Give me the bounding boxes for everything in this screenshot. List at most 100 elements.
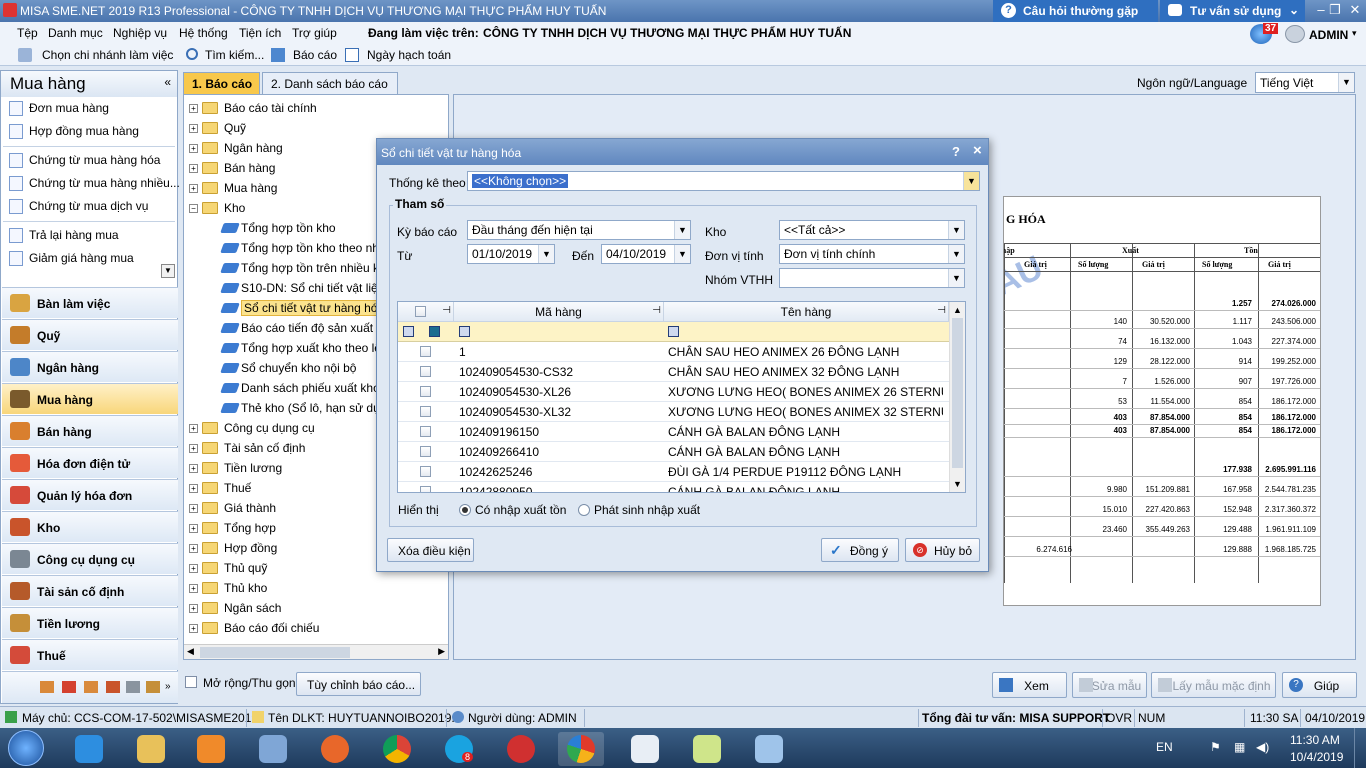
taskbar-misa[interactable] bbox=[558, 732, 604, 766]
row-checkbox[interactable] bbox=[420, 446, 431, 457]
row-checkbox[interactable] bbox=[420, 486, 431, 492]
shortcut-icon[interactable] bbox=[106, 681, 120, 693]
tree-expand-icon[interactable]: + bbox=[189, 104, 198, 113]
tree-folder[interactable]: Tiền lương bbox=[224, 461, 282, 475]
shortcut-icon[interactable] bbox=[62, 681, 76, 693]
tree-report-item[interactable]: Tổng hợp xuất kho theo lệnh bbox=[241, 341, 394, 355]
sidebar-link-return[interactable]: Trả lại hàng mua bbox=[29, 228, 119, 242]
grid-header-name[interactable]: Tên hàng ⊣ bbox=[664, 302, 949, 322]
faq-button[interactable]: ? Câu hỏi thường gặp bbox=[993, 0, 1158, 22]
filter-icon[interactable] bbox=[668, 326, 679, 337]
period-select[interactable]: Đầu tháng đến hiện tại ▼ bbox=[467, 220, 691, 240]
sidebar-link-discount[interactable]: Giảm giá hàng mua bbox=[29, 251, 134, 265]
pin-icon[interactable]: ⊣ bbox=[937, 305, 946, 316]
taskbar-chrome[interactable] bbox=[374, 732, 420, 766]
filter-icon[interactable] bbox=[459, 326, 470, 337]
customize-report-button[interactable]: Tùy chỉnh báo cáo... bbox=[296, 672, 421, 696]
shortcut-icon[interactable] bbox=[84, 681, 98, 693]
tree-folder[interactable]: Ngân hàng bbox=[224, 141, 283, 155]
sidebar-link-service-voucher[interactable]: Chứng từ mua dịch vụ bbox=[29, 199, 148, 213]
clear-conditions-button[interactable]: Xóa điều kiện bbox=[387, 538, 474, 562]
taskbar-skype[interactable]: 8 bbox=[436, 732, 482, 766]
tree-report-item[interactable]: Báo cáo tiến độ sản xuất bbox=[241, 321, 373, 335]
input-language[interactable]: EN bbox=[1156, 740, 1173, 754]
taskbar-firefox[interactable] bbox=[312, 732, 358, 766]
menu-operations[interactable]: Nghiệp vụ bbox=[113, 26, 167, 40]
tree-expand-icon[interactable]: + bbox=[189, 424, 198, 433]
taskbar-paint[interactable] bbox=[746, 732, 792, 766]
view-button[interactable]: Xem bbox=[992, 672, 1067, 698]
menu-system[interactable]: Hệ thống bbox=[179, 26, 228, 40]
volume-icon[interactable]: ◀) bbox=[1256, 740, 1269, 754]
cancel-button[interactable]: ⊘ Hủy bỏ bbox=[905, 538, 980, 562]
from-date-input[interactable]: 01/10/2019 ▼ bbox=[467, 244, 555, 264]
tree-expand-icon[interactable]: + bbox=[189, 584, 198, 593]
tree-folder[interactable]: Thuế bbox=[224, 481, 251, 495]
table-row[interactable]: 1 CHÂN SAU HEO ANIMEX 26 ĐÔNG LẠNH bbox=[398, 342, 949, 362]
network-icon[interactable]: ▦ bbox=[1234, 740, 1245, 754]
tree-report-item[interactable]: Thẻ kho (Sổ lô, hạn sử dụng bbox=[241, 401, 393, 415]
tree-expand-icon[interactable]: − bbox=[189, 204, 198, 213]
start-button[interactable] bbox=[8, 730, 44, 766]
flag-icon[interactable]: ⚑ bbox=[1210, 740, 1221, 754]
tree-expand-icon[interactable]: + bbox=[189, 144, 198, 153]
tab-report-list[interactable]: 2. Danh sách báo cáo bbox=[262, 72, 398, 94]
stat-by-select[interactable]: <<Không chọn>> ▼ bbox=[467, 171, 980, 191]
default-template-button[interactable]: Lấy mẫu mặc định bbox=[1151, 672, 1276, 698]
tree-expand-icon[interactable]: + bbox=[189, 464, 198, 473]
posting-date-button[interactable]: Ngày hạch toán bbox=[367, 48, 451, 62]
tree-folder[interactable]: Tài sản cố định bbox=[224, 441, 305, 455]
clock-time[interactable]: 11:30 AM bbox=[1290, 733, 1340, 747]
tree-report-item[interactable]: S10-DN: Sổ chi tiết vật liệu, bbox=[241, 281, 388, 295]
tab-report[interactable]: 1. Báo cáo bbox=[183, 72, 260, 94]
tree-folder[interactable]: Hợp đồng bbox=[224, 541, 277, 555]
tree-folder[interactable]: Quỹ bbox=[224, 121, 246, 135]
module-warehouse[interactable]: Kho bbox=[2, 511, 178, 542]
tree-report-item[interactable]: Tổng hợp tồn kho bbox=[241, 221, 336, 235]
tree-horizontal-scrollbar[interactable]: ◀ ▶ bbox=[184, 644, 448, 659]
filter-icon[interactable] bbox=[429, 326, 440, 337]
table-row[interactable]: 102409054530-CS32 CHÂN SAU HEO ANIMEX 32… bbox=[398, 362, 949, 382]
collapse-icon[interactable]: « bbox=[164, 75, 171, 89]
warehouse-select[interactable]: <<Tất cả>> ▼ bbox=[779, 220, 965, 240]
module-fixed-assets[interactable]: Tài sản cố định bbox=[2, 575, 178, 606]
user-name[interactable]: ADMIN bbox=[1309, 28, 1348, 42]
module-purchase[interactable]: Mua hàng bbox=[2, 383, 178, 414]
module-cash[interactable]: Quỹ bbox=[2, 319, 178, 350]
shortcut-icon[interactable] bbox=[40, 681, 54, 693]
pin-icon[interactable]: ⊣ bbox=[652, 305, 661, 316]
module-tax[interactable]: Thuế bbox=[2, 639, 178, 670]
filter-icon[interactable] bbox=[403, 326, 414, 337]
close-button[interactable]: ✕ bbox=[1340, 0, 1366, 22]
tree-expand-icon[interactable]: + bbox=[189, 504, 198, 513]
tree-folder[interactable]: Công cụ dụng cụ bbox=[224, 421, 315, 435]
table-row[interactable]: 102409196150 CÁNH GÀ BALAN ĐÔNG LẠNH bbox=[398, 422, 949, 442]
tree-folder[interactable]: Ngân sách bbox=[224, 601, 281, 615]
sidebar-link-multi-voucher[interactable]: Chứng từ mua hàng nhiều... bbox=[29, 176, 180, 190]
row-checkbox[interactable] bbox=[420, 346, 431, 357]
tree-report-item[interactable]: Sổ chi tiết vật tư hàng hóa bbox=[241, 300, 388, 316]
group-select[interactable]: ▼ bbox=[779, 268, 965, 288]
table-row[interactable]: 102409266410 CÁNH GÀ BALAN ĐÔNG LẠNH bbox=[398, 442, 949, 462]
taskbar-app[interactable] bbox=[498, 732, 544, 766]
user-dropdown-icon[interactable]: ▾ bbox=[1352, 28, 1357, 39]
dialog-close-icon[interactable]: × bbox=[973, 142, 982, 159]
shortcut-icon[interactable] bbox=[146, 681, 160, 693]
sidebar-link-contract[interactable]: Hợp đồng mua hàng bbox=[29, 124, 139, 138]
more-icon[interactable]: » bbox=[165, 681, 171, 692]
taskbar-notepad[interactable] bbox=[622, 732, 668, 766]
tree-report-item[interactable]: Tổng hợp tồn kho theo nhóm bbox=[241, 241, 396, 255]
tree-report-item[interactable]: Sổ chuyển kho nội bộ bbox=[241, 361, 356, 375]
grid-header-code[interactable]: Mã hàng ⊣ bbox=[454, 302, 664, 322]
sidebar-link-goods-voucher[interactable]: Chứng từ mua hàng hóa bbox=[29, 153, 160, 167]
row-checkbox[interactable] bbox=[420, 406, 431, 417]
menu-catalog[interactable]: Danh mục bbox=[48, 26, 103, 40]
edit-template-button[interactable]: Sửa mẫu bbox=[1072, 672, 1147, 698]
sidebar-link-purchase-order[interactable]: Đơn mua hàng bbox=[29, 101, 109, 115]
module-sales[interactable]: Bán hàng bbox=[2, 415, 178, 446]
tree-folder[interactable]: Tổng hợp bbox=[224, 521, 276, 535]
branch-button[interactable]: Chọn chi nhánh làm việc bbox=[42, 48, 173, 62]
menu-help[interactable]: Trợ giúp bbox=[292, 26, 337, 40]
tree-expand-icon[interactable]: + bbox=[189, 524, 198, 533]
tree-folder[interactable]: Giá thành bbox=[224, 501, 276, 515]
